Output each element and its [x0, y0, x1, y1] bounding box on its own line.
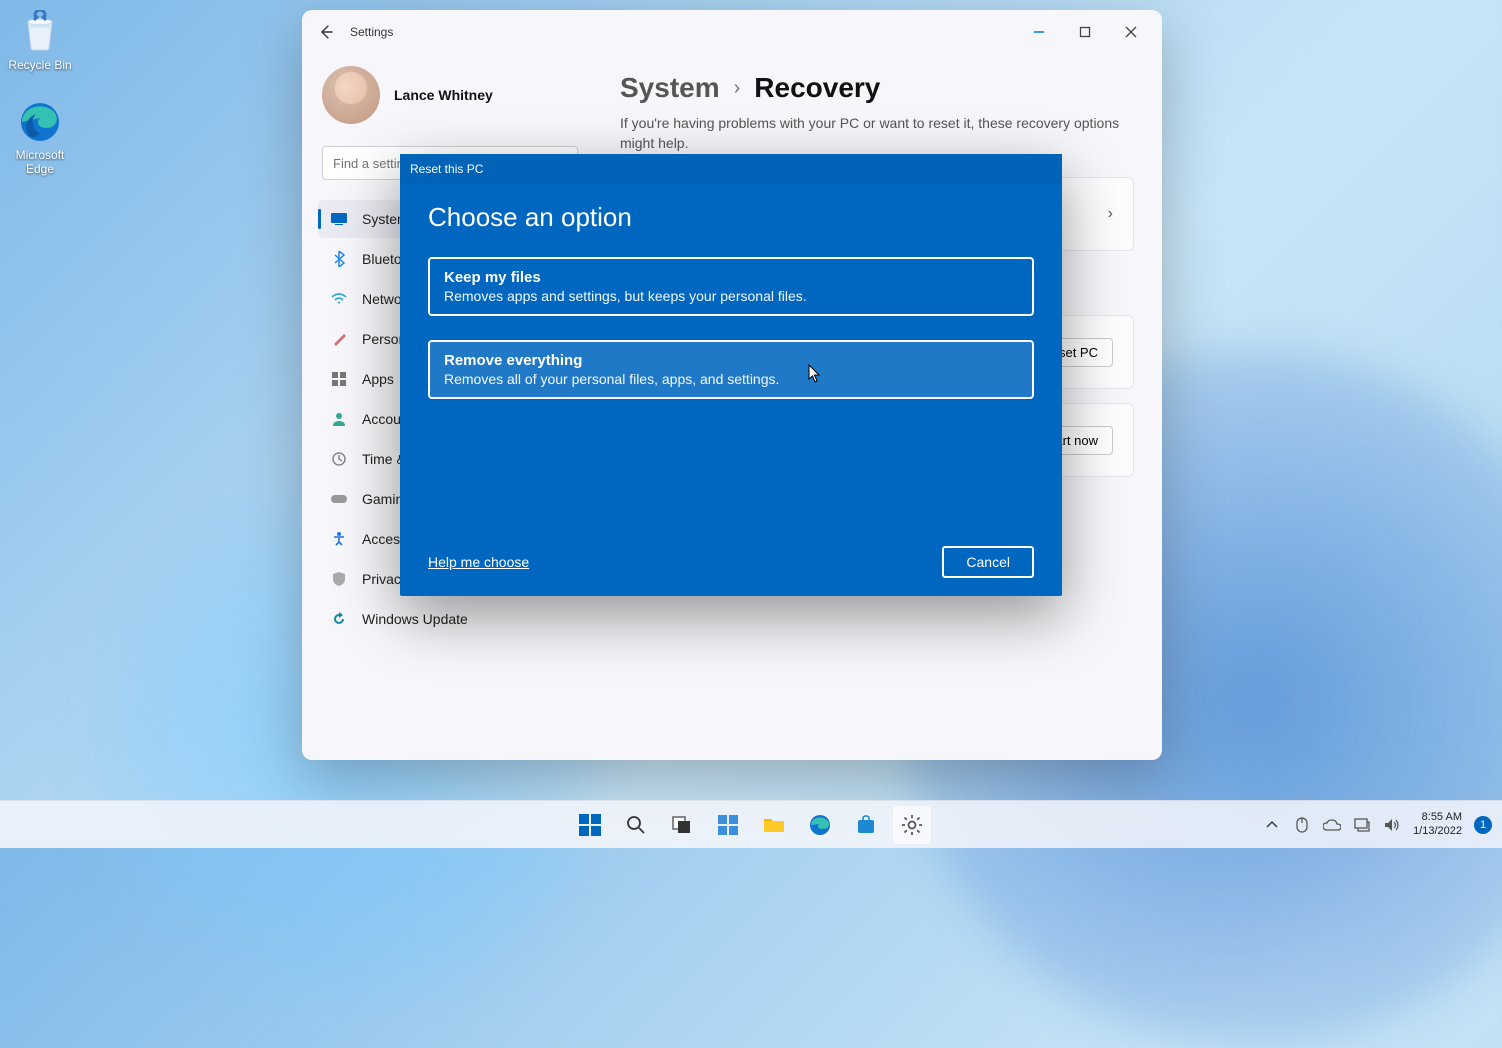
apps-icon	[330, 370, 348, 388]
chevron-right-icon: ›	[734, 77, 741, 100]
profile[interactable]: Lance Whitney	[318, 66, 588, 124]
chevron-right-icon: ›	[1108, 205, 1113, 223]
task-view-icon	[672, 816, 692, 834]
option-remove-everything[interactable]: Remove everything Removes all of your pe…	[428, 340, 1034, 399]
breadcrumb-system[interactable]: System	[620, 72, 720, 104]
maximize-button[interactable]	[1062, 16, 1108, 48]
tray-volume-icon[interactable]	[1383, 816, 1401, 834]
sidebar-item-label: Windows Update	[362, 611, 468, 627]
windows-icon	[579, 814, 601, 836]
tray-date: 1/13/2022	[1413, 825, 1462, 838]
avatar	[322, 66, 380, 124]
tray-overflow-button[interactable]	[1263, 816, 1281, 834]
option-title: Keep my files	[444, 269, 1018, 286]
bluetooth-icon	[330, 250, 348, 268]
breadcrumb: System › Recovery	[620, 72, 1134, 104]
sidebar-item-label: Apps	[362, 371, 394, 387]
search-button[interactable]	[616, 805, 656, 845]
accessibility-icon	[330, 530, 348, 548]
reset-pc-dialog: Reset this PC Choose an option Keep my f…	[400, 154, 1062, 596]
explorer-button[interactable]	[754, 805, 794, 845]
wifi-icon	[330, 290, 348, 308]
desktop-icon-edge[interactable]: Microsoft Edge	[2, 100, 78, 176]
desktop-icon-label: Microsoft Edge	[2, 148, 78, 176]
option-title: Remove everything	[444, 352, 1018, 369]
edge-button[interactable]	[800, 805, 840, 845]
task-view-button[interactable]	[662, 805, 702, 845]
back-button[interactable]	[310, 16, 342, 48]
widgets-button[interactable]	[708, 805, 748, 845]
person-icon	[330, 410, 348, 428]
update-icon	[330, 610, 348, 628]
notification-count: 1	[1480, 819, 1486, 831]
dialog-title: Reset this PC	[400, 154, 1062, 184]
start-button[interactable]	[570, 805, 610, 845]
folder-icon	[763, 816, 785, 834]
taskbar: 8:55 AM 1/13/2022 1	[0, 800, 1502, 848]
arrow-left-icon	[318, 24, 334, 40]
recycle-bin-icon	[18, 10, 62, 54]
option-desc: Removes all of your personal files, apps…	[444, 371, 1018, 387]
tray-clock[interactable]: 8:55 AM 1/13/2022	[1413, 811, 1462, 837]
profile-name: Lance Whitney	[394, 87, 493, 103]
brush-icon	[330, 330, 348, 348]
window-title: Settings	[350, 25, 393, 39]
tray-network-icon[interactable]	[1353, 816, 1371, 834]
gear-icon	[901, 814, 923, 836]
minimize-button[interactable]	[1016, 16, 1062, 48]
help-link[interactable]: Help me choose	[428, 554, 529, 570]
notifications-button[interactable]: 1	[1474, 816, 1492, 834]
edge-icon	[809, 814, 831, 836]
page-description: If you're having problems with your PC o…	[620, 114, 1120, 153]
chevron-up-icon	[1266, 821, 1278, 829]
clock-icon	[330, 450, 348, 468]
store-button[interactable]	[846, 805, 886, 845]
desktop-icon-recycle-bin[interactable]: Recycle Bin	[2, 10, 78, 72]
option-keep-files[interactable]: Keep my files Removes apps and settings,…	[428, 257, 1034, 316]
page-title: Recovery	[754, 72, 880, 104]
tray-time: 8:55 AM	[1413, 811, 1462, 824]
close-button[interactable]	[1108, 16, 1154, 48]
tray-mouse-icon[interactable]	[1293, 816, 1311, 834]
widgets-icon	[718, 815, 738, 835]
sidebar-item-update[interactable]: Windows Update	[318, 600, 588, 638]
option-desc: Removes apps and settings, but keeps you…	[444, 288, 1018, 304]
gaming-icon	[330, 490, 348, 508]
system-icon	[330, 210, 348, 228]
dialog-heading: Choose an option	[428, 202, 1034, 233]
store-icon	[856, 815, 876, 835]
search-icon	[626, 815, 646, 835]
titlebar: Settings	[302, 10, 1162, 54]
edge-icon	[18, 100, 62, 144]
tray-onedrive-icon[interactable]	[1323, 816, 1341, 834]
system-tray: 8:55 AM 1/13/2022 1	[1263, 811, 1502, 837]
settings-button[interactable]	[892, 805, 932, 845]
desktop-icon-label: Recycle Bin	[2, 58, 78, 72]
shield-icon	[330, 570, 348, 588]
cancel-button[interactable]: Cancel	[942, 546, 1034, 578]
